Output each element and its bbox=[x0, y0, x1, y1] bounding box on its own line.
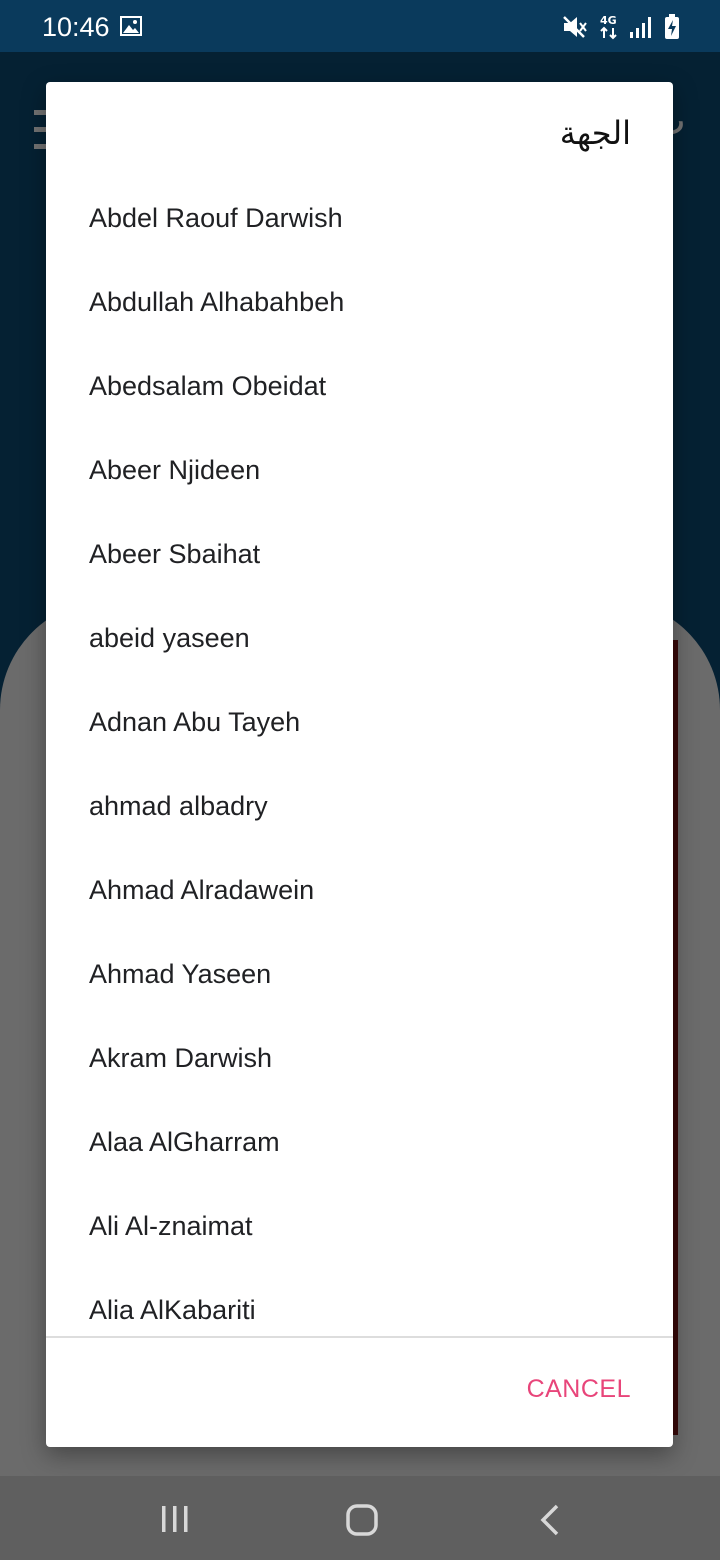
status-bar: 10:46 4G bbox=[0, 0, 720, 52]
list-item[interactable]: Abdel Raouf Darwish bbox=[46, 176, 673, 260]
status-time: 10:46 bbox=[42, 12, 110, 42]
list-item[interactable]: abeid yaseen bbox=[46, 596, 673, 680]
list-item[interactable]: Akram Darwish bbox=[46, 1016, 673, 1100]
mute-icon bbox=[563, 16, 587, 38]
list-item[interactable]: Ali Al-znaimat bbox=[46, 1184, 673, 1268]
network-4g-icon: 4G bbox=[600, 14, 617, 40]
image-icon bbox=[120, 16, 142, 36]
list-item[interactable]: Alaa AlGharram bbox=[46, 1100, 673, 1184]
list-item[interactable]: Adnan Abu Tayeh bbox=[46, 680, 673, 764]
home-icon[interactable] bbox=[345, 1503, 379, 1537]
dialog-divider bbox=[46, 1336, 673, 1338]
list-item[interactable]: Abeer Njideen bbox=[46, 428, 673, 512]
list-item[interactable]: Ahmad Yaseen bbox=[46, 932, 673, 1016]
battery-charging-icon bbox=[665, 14, 679, 39]
list-item[interactable]: Ahmad Alradawein bbox=[46, 848, 673, 932]
back-icon[interactable] bbox=[538, 1504, 562, 1536]
dialog-title: الجهة bbox=[559, 114, 631, 152]
navigation-bar bbox=[0, 1476, 720, 1560]
list-item[interactable]: Alia AlKabariti bbox=[46, 1268, 673, 1336]
cancel-button[interactable]: CANCEL bbox=[527, 1375, 631, 1404]
selection-dialog: الجهة Abdel Raouf Darwish Abdullah Alhab… bbox=[46, 82, 673, 1447]
signal-icon bbox=[630, 17, 651, 38]
list-item[interactable]: Abeer Sbaihat bbox=[46, 512, 673, 596]
list-item[interactable]: ahmad albadry bbox=[46, 764, 673, 848]
option-list[interactable]: Abdel Raouf Darwish Abdullah Alhabahbeh … bbox=[46, 176, 673, 1336]
list-item[interactable]: Abdullah Alhabahbeh bbox=[46, 260, 673, 344]
network-label: 4G bbox=[600, 14, 617, 27]
list-item[interactable]: Abedsalam Obeidat bbox=[46, 344, 673, 428]
recents-icon[interactable] bbox=[160, 1504, 190, 1534]
status-icons: 4G bbox=[562, 12, 680, 42]
